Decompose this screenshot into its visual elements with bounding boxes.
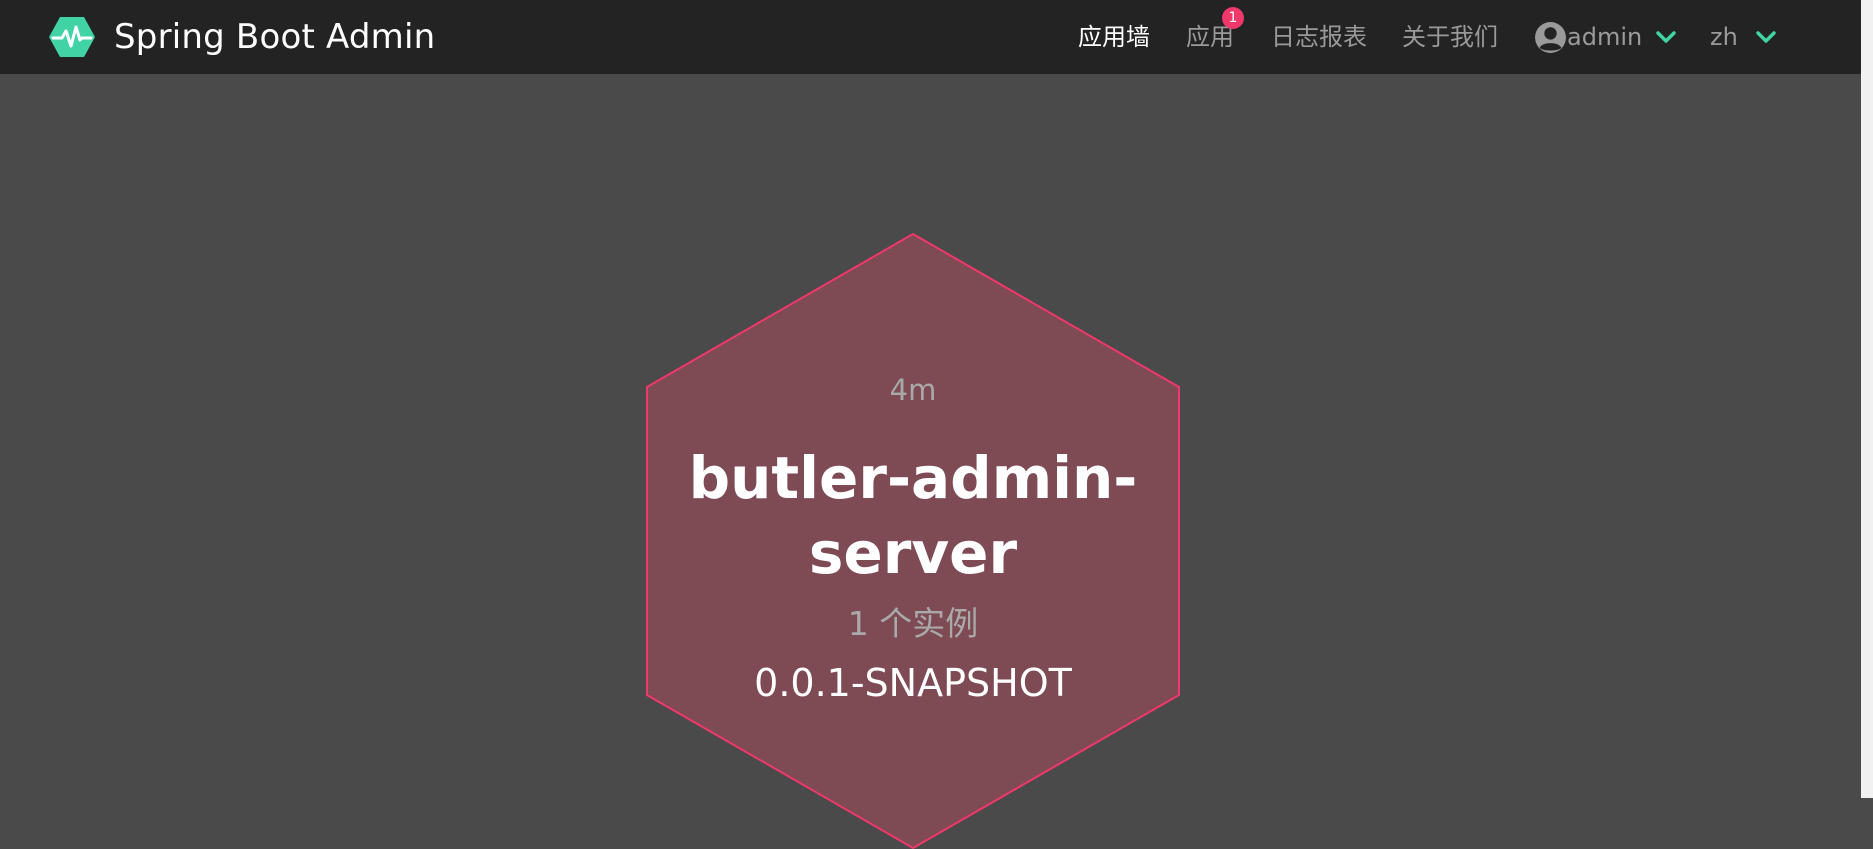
user-name: admin <box>1567 23 1643 51</box>
chevron-down-icon <box>1656 31 1676 43</box>
application-name: butler-admin-server <box>688 444 1138 587</box>
nav-item-applications[interactable]: 应用 1 <box>1186 7 1244 54</box>
notification-badge: 1 <box>1222 7 1244 29</box>
nav-item-label: 应用墙 <box>1078 23 1150 51</box>
application-uptime: 4m <box>889 373 937 407</box>
nav-item-label: 日志报表 <box>1271 23 1367 51</box>
language-label: zh <box>1710 23 1738 51</box>
application-hexagon[interactable]: 4m butler-admin-server 1 个实例 0.0.1-SNAPS… <box>646 233 1180 849</box>
user-menu[interactable]: admin <box>1534 18 1676 56</box>
top-navbar: Spring Boot Admin 应用墙 应用 1 日志报表 关于我们 adm… <box>0 0 1861 74</box>
brand-title: Spring Boot Admin <box>114 17 436 57</box>
nav-item-about-us[interactable]: 关于我们 <box>1402 20 1498 54</box>
nav-item-wallboard[interactable]: 应用墙 <box>1078 20 1150 54</box>
application-version: 0.0.1-SNAPSHOT <box>754 661 1072 705</box>
heartbeat-hexagon-icon <box>49 17 95 57</box>
nav-item-log-reports[interactable]: 日志报表 <box>1271 20 1367 54</box>
language-menu[interactable]: zh <box>1710 20 1776 54</box>
wallboard: 4m butler-admin-server 1 个实例 0.0.1-SNAPS… <box>0 74 1861 849</box>
user-circle-icon <box>1535 21 1566 53</box>
vertical-scrollbar[interactable] <box>1861 0 1873 798</box>
brand-link[interactable]: Spring Boot Admin <box>48 14 435 60</box>
chevron-down-icon <box>1756 31 1776 43</box>
nav-item-label: 关于我们 <box>1402 23 1498 51</box>
application-instance-count: 1 个实例 <box>847 604 979 643</box>
